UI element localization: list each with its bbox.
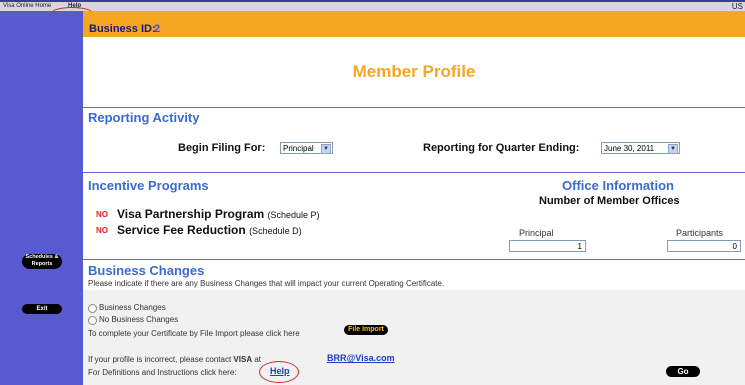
business-id-bar: Business ID: 2 bbox=[83, 11, 745, 37]
top-nav-bar: Visa Online Home Help US bbox=[0, 0, 745, 11]
begin-filing-select[interactable]: Principal ▼ bbox=[280, 142, 333, 154]
contact-email-link[interactable]: BRR@Visa.com bbox=[327, 353, 395, 363]
divider bbox=[83, 259, 745, 260]
participants-label: Participants bbox=[676, 228, 724, 238]
reporting-activity-heading: Reporting Activity bbox=[88, 110, 200, 125]
business-id-label: Business ID: bbox=[89, 23, 156, 35]
region-label: US bbox=[731, 2, 743, 11]
quarter-ending-select[interactable]: June 30, 2011 ▼ bbox=[601, 142, 680, 154]
sidebar bbox=[0, 11, 83, 385]
program-name-text: Service Fee Reduction bbox=[117, 223, 246, 237]
contact-line: If your profile is incorrect, please con… bbox=[88, 355, 261, 364]
business-changes-description: Please indicate if there are any Busines… bbox=[88, 279, 445, 288]
file-import-button[interactable]: File Import bbox=[344, 325, 388, 335]
contact-visa: VISA bbox=[233, 355, 253, 364]
divider bbox=[83, 107, 745, 108]
chevron-down-icon: ▼ bbox=[668, 144, 678, 154]
visa-online-home-link[interactable]: Visa Online Home bbox=[3, 2, 51, 11]
chevron-down-icon: ▼ bbox=[321, 144, 331, 154]
exit-button[interactable]: Exit bbox=[22, 304, 62, 314]
quarter-ending-label: Reporting for Quarter Ending: bbox=[423, 142, 580, 154]
page-title: Member Profile bbox=[352, 62, 476, 81]
schedules-reports-button[interactable]: Schedules & Reports bbox=[22, 254, 62, 269]
program-schedule: (Schedule D) bbox=[249, 226, 302, 236]
business-id-value: 2 bbox=[154, 23, 161, 35]
begin-filing-value: Principal bbox=[283, 144, 314, 153]
definitions-text: For Definitions and Instructions click h… bbox=[88, 368, 237, 377]
divider bbox=[83, 172, 745, 173]
program-name-text: Visa Partnership Program bbox=[117, 207, 265, 221]
business-changes-radio[interactable] bbox=[88, 304, 97, 313]
incentive-programs-heading: Incentive Programs bbox=[88, 178, 209, 193]
program-name: Service Fee Reduction (Schedule D) bbox=[117, 223, 302, 237]
business-changes-option: Business Changes bbox=[99, 303, 166, 312]
program-name: Visa Partnership Program (Schedule P) bbox=[117, 207, 320, 221]
program-status: NO bbox=[96, 210, 108, 219]
begin-filing-label: Begin Filing For: bbox=[178, 142, 266, 154]
help-annotation-circle-bottom bbox=[259, 361, 299, 383]
office-information-heading: Office Information bbox=[562, 178, 674, 193]
program-status: NO bbox=[96, 226, 108, 235]
go-button[interactable]: Go bbox=[666, 366, 700, 377]
program-schedule: (Schedule P) bbox=[267, 210, 320, 220]
business-changes-heading: Business Changes bbox=[88, 263, 205, 278]
principal-offices-input[interactable]: 1 bbox=[509, 240, 586, 252]
file-import-text: To complete your Certificate by File Imp… bbox=[88, 329, 300, 338]
principal-label: Principal bbox=[519, 228, 554, 238]
contact-at: at bbox=[254, 355, 261, 364]
contact-text: If your profile is incorrect, please con… bbox=[88, 355, 232, 364]
quarter-ending-value: June 30, 2011 bbox=[604, 144, 655, 153]
no-business-changes-radio[interactable] bbox=[88, 316, 97, 325]
participants-offices-input[interactable]: 0 bbox=[667, 240, 741, 252]
no-business-changes-option: No Business Changes bbox=[99, 315, 179, 324]
member-offices-subheading: Number of Member Offices bbox=[539, 195, 680, 207]
